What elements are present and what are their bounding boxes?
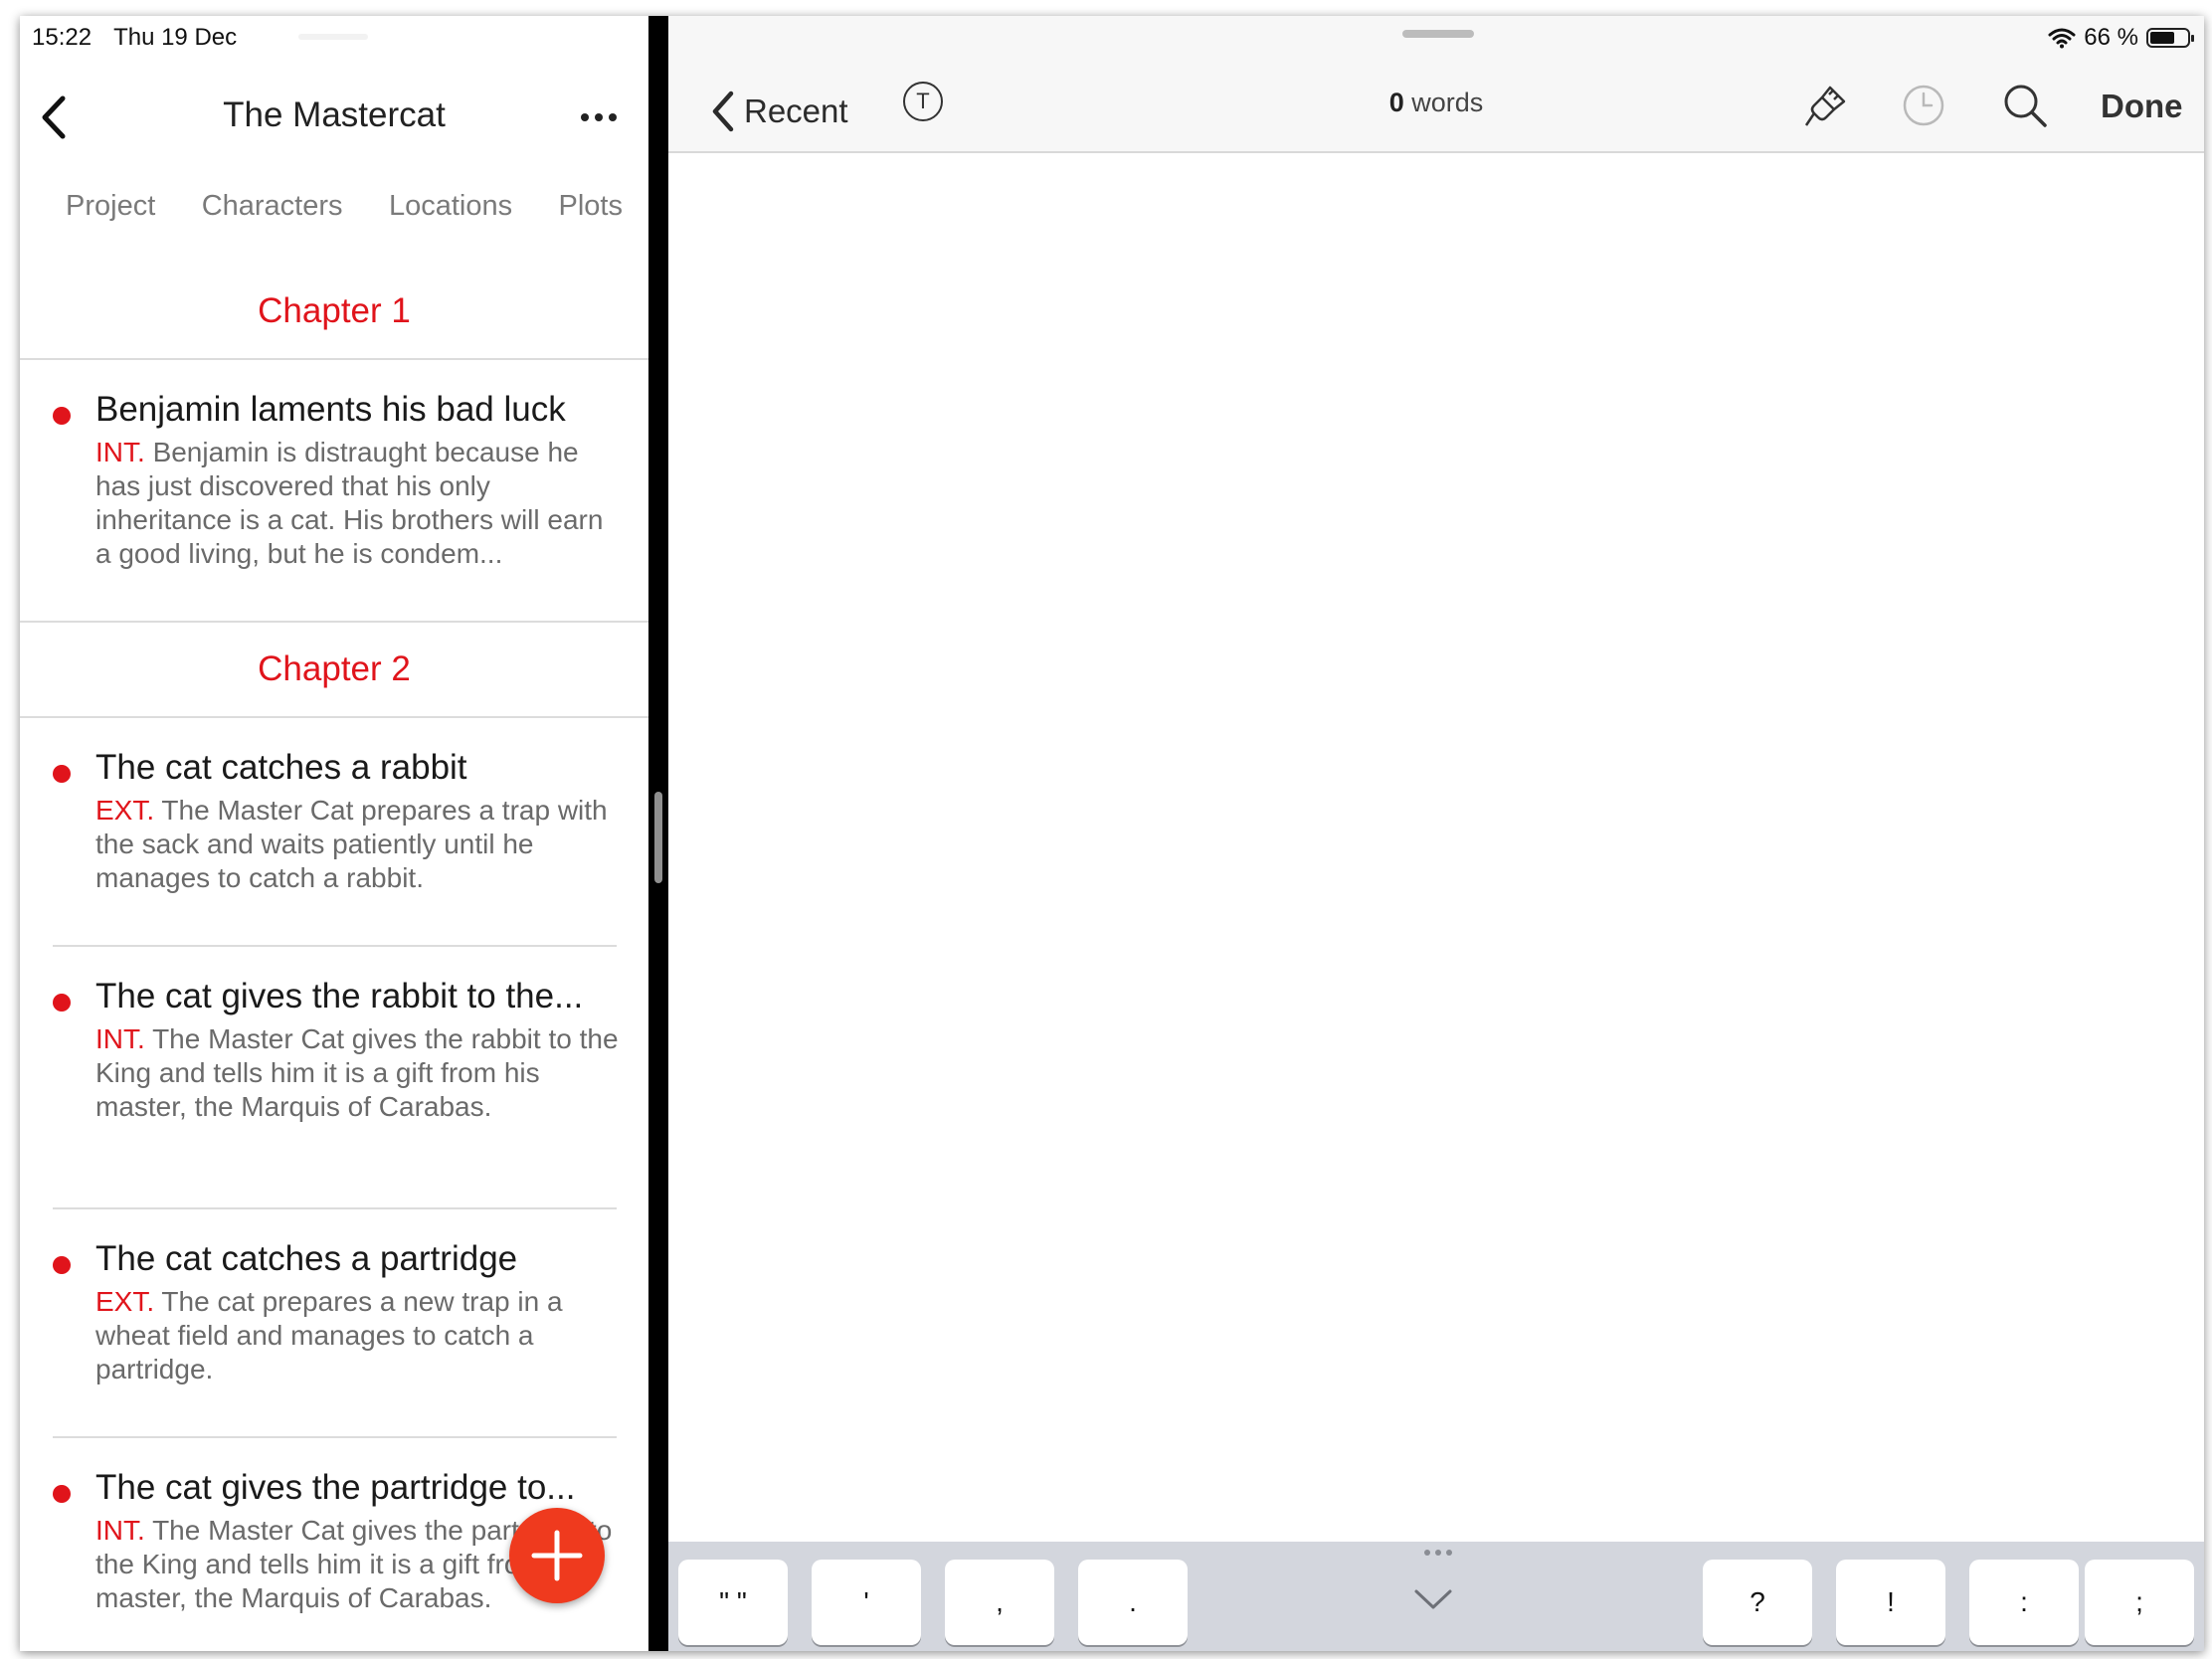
scene-description: EXT. The Master Cat prepares a trap with… bbox=[95, 794, 619, 895]
scene-status-dot bbox=[53, 1256, 71, 1274]
chapter-header[interactable]: Chapter 2 bbox=[20, 623, 648, 718]
chapter-header[interactable]: Chapter 1 bbox=[20, 265, 648, 360]
scene-title: Benjamin laments his bad luck bbox=[95, 390, 566, 429]
scene-item[interactable]: The cat catches a rabbit EXT. The Master… bbox=[20, 718, 648, 947]
ipad-screen: 15:22 Thu 19 Dec The Mastercat Project C… bbox=[20, 16, 2204, 1651]
scene-status-dot bbox=[53, 994, 71, 1012]
search-button[interactable] bbox=[2001, 82, 2049, 129]
scene-title: The cat catches a rabbit bbox=[95, 748, 467, 787]
keyboard-accessory-bar: " " ' , . ? ! : ; bbox=[668, 1542, 2204, 1651]
paintbrush-icon bbox=[1804, 86, 1846, 126]
key-comma[interactable]: , bbox=[945, 1560, 1054, 1645]
scene-list: Chapter 1 Benjamin laments his bad luck … bbox=[20, 265, 648, 1651]
scene-summary: Benjamin is distraught because he has ju… bbox=[95, 437, 604, 569]
scene-item[interactable]: Benjamin laments his bad luck INT. Benja… bbox=[20, 360, 648, 623]
key-question[interactable]: ? bbox=[1703, 1560, 1812, 1645]
project-title: The Mastercat bbox=[223, 95, 446, 134]
scene-item[interactable]: The cat catches a partridge EXT. The cat… bbox=[20, 1209, 648, 1438]
battery-percentage: 66 % bbox=[2084, 24, 2138, 51]
split-view-divider[interactable] bbox=[648, 16, 668, 1651]
word-count-unit: words bbox=[1411, 88, 1484, 117]
scene-location: INT. bbox=[95, 437, 145, 467]
status-time: 15:22 bbox=[32, 24, 92, 51]
scene-title: The cat gives the rabbit to the... bbox=[95, 977, 584, 1015]
add-scene-button[interactable] bbox=[509, 1508, 605, 1603]
scene-item[interactable]: The cat gives the rabbit to the... INT. … bbox=[20, 947, 648, 1209]
scene-status-dot bbox=[53, 407, 71, 425]
outline-pane: 15:22 Thu 19 Dec The Mastercat Project C… bbox=[20, 16, 648, 1651]
tab-plots[interactable]: Plots bbox=[559, 181, 623, 231]
scene-location: INT. bbox=[95, 1515, 145, 1546]
status-bar-right: 66 % bbox=[2048, 20, 2194, 56]
drag-dots-icon[interactable] bbox=[1424, 1550, 1452, 1556]
key-apostrophe[interactable]: ' bbox=[812, 1560, 921, 1645]
key-quotes[interactable]: " " bbox=[678, 1560, 788, 1645]
done-button[interactable]: Done bbox=[2101, 88, 2183, 125]
divider-handle[interactable] bbox=[654, 792, 662, 883]
scene-summary: The Master Cat prepares a trap with the … bbox=[95, 795, 608, 893]
scene-title: The cat gives the partridge to... bbox=[95, 1468, 576, 1507]
text-editor[interactable] bbox=[668, 153, 2204, 1558]
ellipsis-icon bbox=[581, 113, 589, 121]
section-tabs: Project Characters Locations Plots bbox=[20, 181, 648, 231]
scene-description: INT. Benjamin is distraught because he h… bbox=[95, 436, 619, 571]
scene-description: EXT. The cat prepares a new trap in a wh… bbox=[95, 1285, 619, 1386]
multitask-grabber[interactable] bbox=[1402, 30, 1474, 38]
clock-icon bbox=[1903, 85, 1944, 126]
search-icon bbox=[2004, 85, 2047, 127]
multitask-grabber[interactable] bbox=[298, 34, 368, 40]
scene-title: The cat catches a partridge bbox=[95, 1239, 518, 1278]
wifi-icon bbox=[2048, 28, 2076, 49]
status-date: Thu 19 Dec bbox=[113, 24, 238, 51]
scene-summary: The Master Cat gives the rabbit to the K… bbox=[95, 1023, 619, 1122]
key-colon[interactable]: : bbox=[1969, 1560, 2079, 1645]
tab-project[interactable]: Project bbox=[66, 181, 155, 231]
scene-description: INT. The Master Cat gives the rabbit to … bbox=[95, 1022, 619, 1124]
editor-pane: 66 % Recent T 0 words Done " " ' , . ? !… bbox=[668, 16, 2204, 1651]
scene-summary: The cat prepares a new trap in a wheat f… bbox=[95, 1286, 563, 1384]
plus-icon bbox=[531, 1530, 583, 1581]
outline-nav-bar: The Mastercat bbox=[20, 76, 648, 159]
battery-icon bbox=[2146, 28, 2194, 48]
scene-status-dot bbox=[53, 765, 71, 783]
tab-locations[interactable]: Locations bbox=[389, 181, 512, 231]
scene-location: EXT. bbox=[95, 795, 155, 826]
key-exclamation[interactable]: ! bbox=[1836, 1560, 1945, 1645]
hide-keyboard-button[interactable] bbox=[1408, 1581, 1458, 1615]
word-count: 0 words bbox=[668, 88, 2204, 118]
scene-location: EXT. bbox=[95, 1286, 155, 1317]
key-period[interactable]: . bbox=[1078, 1560, 1188, 1645]
editor-toolbar: 66 % Recent T 0 words Done bbox=[668, 16, 2204, 153]
format-brush-button[interactable] bbox=[1800, 82, 1850, 131]
tab-characters[interactable]: Characters bbox=[202, 181, 343, 231]
history-button[interactable] bbox=[1902, 84, 1945, 127]
chevron-down-icon bbox=[1414, 1589, 1452, 1609]
more-options-button[interactable] bbox=[571, 95, 627, 139]
scene-location: INT. bbox=[95, 1023, 145, 1054]
key-semicolon[interactable]: ; bbox=[2085, 1560, 2194, 1645]
scene-status-dot bbox=[53, 1485, 71, 1503]
status-bar-left: 15:22 Thu 19 Dec bbox=[32, 20, 237, 56]
word-count-value: 0 bbox=[1388, 88, 1404, 117]
